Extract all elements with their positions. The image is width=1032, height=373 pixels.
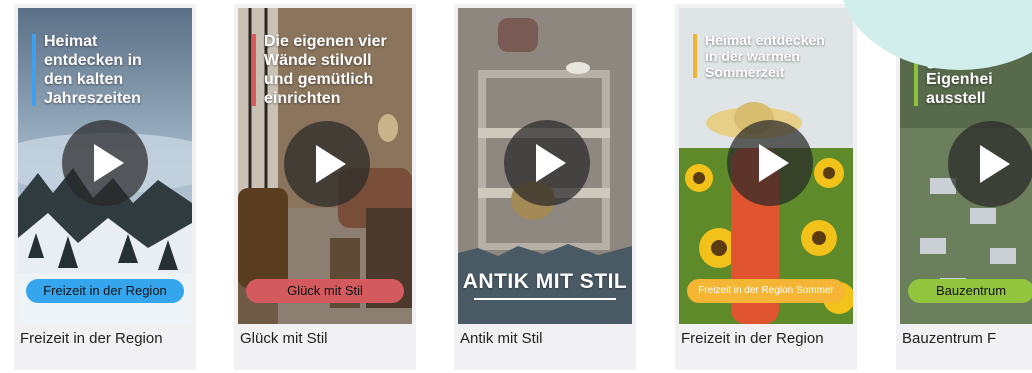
video-card-glueck-mit-stil[interactable]: Die eigenen vier Wände stilvoll und gemü…: [234, 4, 416, 370]
category-pill: Bauzentrum: [908, 279, 1032, 303]
accent-bar: [252, 34, 256, 106]
video-caption[interactable]: Freizeit in der Region: [20, 330, 196, 347]
video-caption[interactable]: Glück mit Stil: [240, 330, 416, 347]
accent-bar: [693, 34, 697, 78]
video-thumbnail[interactable]: Die eigenen vier Wände stilvoll und gemü…: [238, 8, 412, 324]
decorative-circle: [840, 0, 1032, 70]
video-caption[interactable]: Bauzentrum F: [902, 330, 1032, 347]
video-card-freizeit-winter[interactable]: Heimat entdecken in den kalten Jahreszei…: [14, 4, 196, 370]
video-thumbnail[interactable]: Heimat entdecken in der warmen Sommerzei…: [679, 8, 853, 324]
category-pill: Glück mit Stil: [246, 279, 404, 303]
play-icon[interactable]: [284, 121, 370, 207]
video-thumbnail[interactable]: ANTIK MIT STIL: [458, 8, 632, 324]
video-card-antik-mit-stil[interactable]: ANTIK MIT STIL Antik mit Stil: [454, 4, 636, 370]
category-pill: Freizeit in der Region Sommer: [687, 279, 845, 303]
video-carousel: Heimat entdecken in den kalten Jahreszei…: [0, 0, 1032, 373]
video-headline: Heimat entdecken in den kalten Jahreszei…: [32, 32, 186, 108]
video-caption[interactable]: Freizeit in der Region: [681, 330, 857, 347]
title-underline: [474, 298, 616, 300]
video-headline: Die eigenen vier Wände stilvoll und gemü…: [252, 32, 406, 108]
video-card-freizeit-sommer[interactable]: Heimat entdecken in der warmen Sommerzei…: [675, 4, 857, 370]
video-thumbnail[interactable]: Heimat entdecken in den kalten Jahreszei…: [18, 8, 192, 324]
play-icon[interactable]: [727, 120, 813, 206]
accent-bar: [32, 34, 36, 106]
overlay-title: ANTIK MIT STIL: [462, 270, 628, 293]
category-pill: Freizeit in der Region: [26, 279, 184, 303]
video-caption[interactable]: Antik mit Stil: [460, 330, 636, 347]
play-icon[interactable]: [62, 120, 148, 206]
video-headline: Heimat entdecken in der warmen Sommerzei…: [693, 32, 847, 80]
play-icon[interactable]: [948, 121, 1032, 207]
play-icon[interactable]: [504, 120, 590, 206]
